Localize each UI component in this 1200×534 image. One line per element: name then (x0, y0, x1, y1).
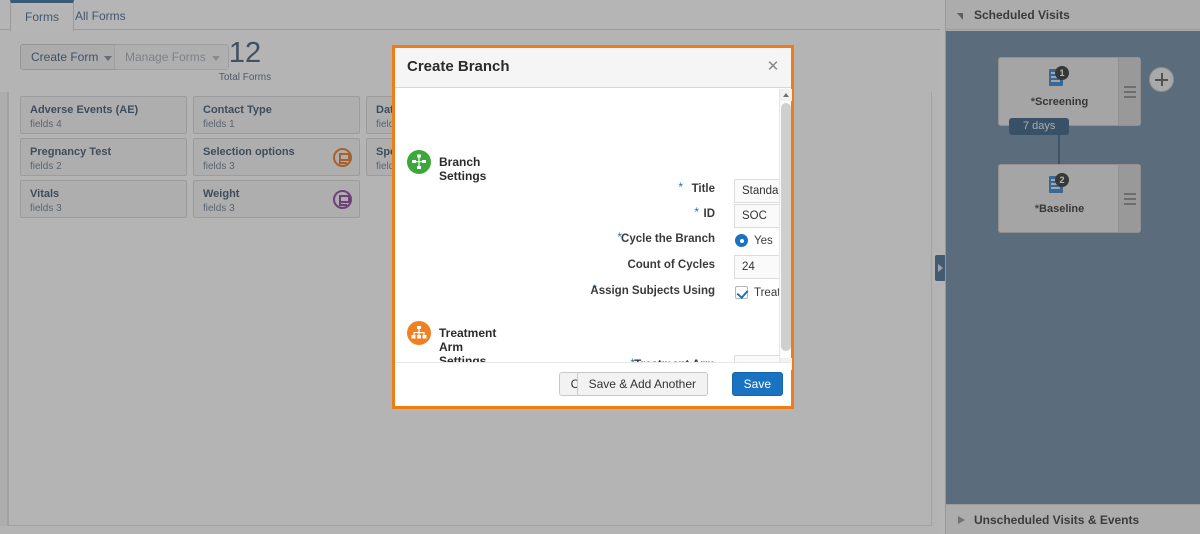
manage-forms-label: Manage Forms (125, 50, 206, 64)
form-card-title: Adverse Events (AE) (30, 104, 139, 116)
count-cycles-label: Count of Cycles (627, 259, 715, 271)
id-value: SOC (742, 210, 767, 222)
assign-subjects-label: Assign Subjects Using (590, 285, 715, 297)
form-card-title: Weight (203, 188, 240, 200)
tab-all-forms[interactable]: All Forms (60, 0, 141, 30)
title-label: Title (691, 183, 715, 195)
panel-collapse-handle[interactable] (935, 255, 945, 281)
save-and-add-another-button[interactable]: Save & Add Another (576, 372, 708, 396)
form-card[interactable]: Contact Type fields 1 (193, 96, 360, 134)
cycle-branch-label: Cycle the Branch (621, 233, 715, 245)
scroll-thumb[interactable] (781, 103, 791, 351)
visit-name-text: Screening (1035, 96, 1089, 108)
visit-card-label: *Screening (999, 96, 1120, 108)
field-row-title: * Title (395, 179, 725, 203)
dialog-title: Create Branch (407, 58, 510, 75)
total-forms-counter: 12 Total Forms (210, 36, 280, 83)
form-card-fields: fields 3 (203, 161, 235, 172)
field-row-id: * ID (395, 204, 725, 228)
form-card[interactable]: Vitals fields 3 (20, 180, 187, 218)
tab-forms-label: Forms (25, 10, 59, 24)
tab-strip: Forms All Forms (0, 0, 940, 31)
dialog-scrollbar[interactable] (779, 89, 792, 370)
visit-card-baseline[interactable]: 2 *Baseline (998, 164, 1141, 233)
visit-flow-canvas: 1 *Screening 7 days 2 *Baseline (946, 31, 1200, 504)
dialog-footer: Cancel Save & Add Another Save (395, 362, 791, 406)
form-card[interactable]: Selection options fields 3 (193, 138, 360, 176)
dialog-body: Branch Settings * Title Standard of Care… (395, 89, 791, 370)
application-window: Forms All Forms Create Form Manage Forms… (0, 0, 1200, 534)
visit-interval-badge[interactable]: 7 days (1009, 118, 1070, 135)
radio-yes[interactable] (735, 234, 748, 247)
form-card-title: Contact Type (203, 104, 272, 116)
collapse-triangle-icon (957, 13, 963, 20)
tab-all-forms-label: All Forms (75, 9, 126, 23)
form-card-fields: fields 3 (203, 203, 235, 214)
radio-yes-label: Yes (754, 235, 773, 247)
checkbox-treatment-arm[interactable] (735, 286, 748, 299)
total-forms-count: 12 (228, 37, 262, 69)
scheduled-visits-title: Scheduled Visits (974, 8, 1070, 22)
field-row-cycle-branch: * Cycle the Branch (395, 229, 725, 253)
save-button-label: Save (743, 377, 771, 391)
field-row-count-cycles: Count of Cycles (395, 255, 725, 279)
save-and-add-another-label: Save & Add Another (588, 377, 696, 391)
close-icon[interactable]: ✕ (765, 59, 781, 75)
required-marker: * (694, 205, 699, 219)
count-cycles-value: 24 (742, 261, 755, 273)
add-visit-button[interactable] (1149, 67, 1174, 92)
expand-triangle-icon (958, 516, 965, 524)
scheduled-visits-header[interactable]: Scheduled Visits (946, 0, 1200, 30)
form-card-fields: fields 4 (30, 119, 62, 130)
id-label: ID (703, 208, 716, 220)
unscheduled-visits-title: Unscheduled Visits & Events (974, 513, 1140, 527)
visit-forms-icon: 1 (1049, 66, 1069, 88)
save-button[interactable]: Save (731, 372, 783, 396)
form-card-fields: fields 2 (30, 161, 62, 172)
visit-interval-label: 7 days (1023, 120, 1056, 132)
form-card[interactable]: Pregnancy Test fields 2 (20, 138, 187, 176)
branch-tree-icon (407, 321, 431, 345)
branch-tree-icon (407, 150, 431, 174)
required-marker: * (678, 180, 683, 194)
create-form-button[interactable]: Create Form (20, 44, 122, 70)
field-row-assign-subjects: * Assign Subjects Using (395, 281, 725, 305)
form-card[interactable]: Weight fields 3 (193, 180, 360, 218)
content-scrollbar[interactable] (0, 92, 8, 526)
create-branch-dialog: Create Branch ✕ Branch Settings * Title … (392, 45, 794, 409)
form-card-fields: fields 3 (30, 203, 62, 214)
form-card-title: Pregnancy Test (30, 146, 112, 158)
visit-form-count-badge: 1 (1055, 66, 1069, 80)
visit-drag-handle[interactable] (1118, 165, 1140, 232)
total-forms-label: Total Forms (218, 72, 272, 83)
visit-form-count-badge: 2 (1055, 173, 1069, 187)
scroll-up-icon[interactable] (780, 89, 792, 101)
chevron-down-icon (104, 56, 113, 61)
visit-drag-handle[interactable] (1118, 58, 1140, 125)
visit-card-label: *Baseline (999, 203, 1120, 215)
form-card-title: Selection options (203, 146, 295, 158)
form-card[interactable]: Adverse Events (AE) fields 4 (20, 96, 187, 134)
unscheduled-visits-header[interactable]: Unscheduled Visits & Events (946, 504, 1200, 534)
visit-forms-icon: 2 (1049, 173, 1069, 195)
dialog-header: Create Branch ✕ (395, 48, 791, 88)
form-globe-icon (333, 190, 352, 209)
form-card-fields: fields 1 (203, 119, 235, 130)
visit-card-screening[interactable]: 1 *Screening (998, 57, 1141, 126)
form-card-title: Vitals (30, 188, 60, 200)
create-form-label: Create Form (31, 50, 99, 64)
visit-name-text: Baseline (1039, 203, 1085, 215)
visits-panel: Scheduled Visits 1 *Screening 7 days 2 *… (945, 0, 1200, 534)
form-locked-icon (333, 148, 352, 167)
